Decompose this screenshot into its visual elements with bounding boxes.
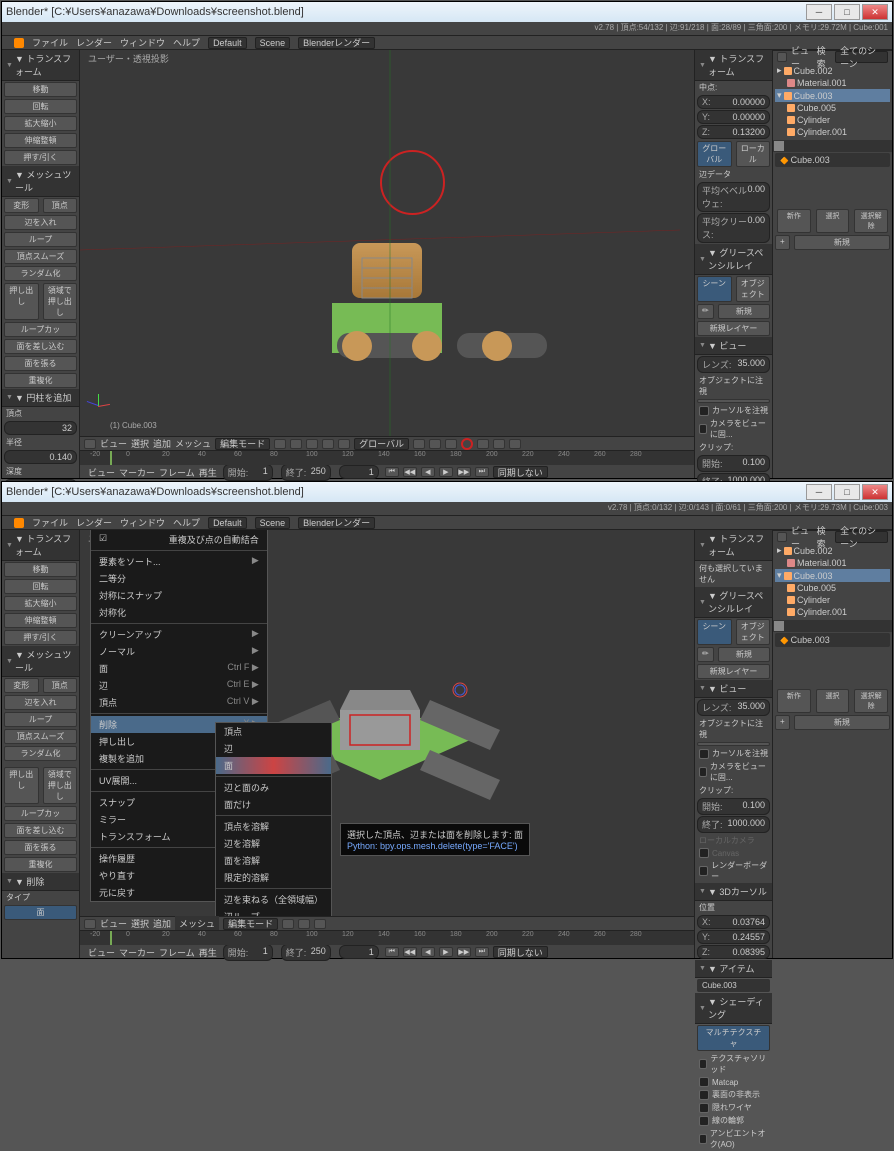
properties-n-panel: ▼ トランスフォーム 中点: X:0.00000 Y:0.00000 Z:0.1… [694, 50, 772, 478]
play-button[interactable]: ▶ [439, 467, 453, 477]
window-2: Blender* [C:¥Users¥anazawa¥Downloads¥scr… [1, 481, 893, 959]
context-menu-item[interactable]: ☑ 重複及び点の自動結合 [91, 531, 267, 548]
close-button[interactable]: ✕ [862, 4, 888, 20]
tooltip: 選択した頂点、辺または面を削除します: 面 Python: bpy.ops.me… [340, 823, 530, 856]
context-menu-item[interactable]: 面Ctrl F ▶ [91, 660, 267, 677]
window-title: Blender* [C:¥Users¥anazawa¥Downloads¥scr… [6, 6, 304, 18]
skip-start-button[interactable]: ⏮ [385, 467, 399, 477]
maximize-button[interactable]: □ [834, 484, 860, 500]
timeline: -200204060801001201401601802002202402602… [80, 450, 694, 478]
maximize-button[interactable]: □ [834, 4, 860, 20]
layout-dropdown[interactable]: Default [208, 37, 247, 49]
context-menu-item[interactable]: 面を溶解 [216, 852, 331, 869]
blender-logo-icon[interactable] [14, 518, 24, 528]
viewport-toolbar: ビュー 選択 追加 メッシュ 編集モード グローバル [80, 436, 694, 450]
context-menu-item[interactable]: クリーンアップ▶ [91, 626, 267, 643]
context-submenu-delete[interactable]: 頂点辺面辺と面のみ面だけ頂点を溶解辺を溶解面を溶解限定的溶解辺を束ねる（全領域幅… [215, 722, 332, 916]
context-menu-item[interactable]: 頂点 [216, 723, 331, 740]
menu-file[interactable]: ファイル [32, 36, 68, 49]
viewport[interactable]: ユーザー・透視投影 表示/隠す▶プロポーショナル編集の影 [80, 530, 694, 916]
window-1: Blender* [C:¥Users¥anazawa¥Downloads¥scr… [1, 1, 893, 479]
minimize-button[interactable]: ─ [806, 484, 832, 500]
rotate-button[interactable]: 回転 [4, 99, 77, 114]
playhead[interactable] [110, 451, 112, 465]
scene-dropdown[interactable]: Scene [255, 37, 291, 49]
context-menu-item[interactable]: 面だけ [216, 796, 331, 813]
bevel-button[interactable]: 伸縮整頓 [4, 133, 77, 148]
menu-bar: ファイル レンダー ウィンドウ ヘルプ Default Scene Blende… [2, 36, 892, 50]
tree-item-selected[interactable]: ▾Cube.003 [775, 89, 890, 102]
verts-slider[interactable]: 32 [4, 421, 77, 435]
context-menu-item[interactable]: 辺ループ [216, 908, 331, 916]
next-key-button[interactable]: ▶▶ [457, 467, 471, 477]
context-menu-item[interactable]: ノーマル▶ [91, 643, 267, 660]
outliner-tree: ▸Cube.002 Material.001 ▾Cube.003 Cube.00… [773, 62, 892, 140]
translate-button[interactable]: 移動 [4, 82, 77, 97]
push-button[interactable]: 押す/引く [4, 150, 77, 165]
cylinder-header[interactable]: ▼ 円柱を追加 [2, 389, 79, 407]
titlebar: Blender* [C:¥Users¥anazawa¥Downloads¥scr… [2, 482, 892, 502]
transform-header[interactable]: ▼ トランスフォーム [2, 50, 79, 81]
context-menu-item[interactable]: 辺Ctrl E ▶ [91, 677, 267, 694]
axis-gizmo-icon [88, 396, 108, 416]
mode-dropdown[interactable]: 編集モード [215, 438, 270, 450]
meshtools-header[interactable]: ▼ メッシュツール [2, 166, 79, 197]
menu-render[interactable]: レンダー [76, 36, 112, 49]
timeline-ruler[interactable]: -200204060801001201401601802002202402602… [80, 451, 694, 465]
info-bar: v2.78 | 頂点:54/132 | 辺:91/218 | 面:28/89 |… [2, 22, 892, 36]
props-tab-icon[interactable] [774, 141, 784, 151]
deform-button[interactable]: 変形 [4, 198, 39, 213]
scale-button[interactable]: 拡大縮小 [4, 116, 77, 131]
menu-help[interactable]: ヘルプ [173, 36, 200, 49]
props-tabs [773, 140, 892, 152]
titlebar: Blender* [C:¥Users¥anazawa¥Downloads¥scr… [2, 2, 892, 22]
viewport[interactable]: ユーザー・透視投影 (1) Cub [80, 50, 694, 436]
context-menu-item[interactable]: 頂点を溶解 [216, 818, 331, 835]
context-menu-item[interactable]: 辺を束ねる（全領域幅） [216, 891, 331, 908]
context-menu-item[interactable]: 面 [216, 757, 331, 774]
context-menu-item[interactable]: 対称化 [91, 604, 267, 621]
close-button[interactable]: ✕ [862, 484, 888, 500]
radius-slider[interactable]: 0.140 [4, 450, 77, 464]
editor-type-icon[interactable] [84, 439, 96, 449]
prev-key-button[interactable]: ◀◀ [403, 467, 417, 477]
context-menu-item[interactable]: 限定的溶解 [216, 869, 331, 886]
engine-dropdown[interactable]: Blenderレンダー [298, 37, 375, 49]
context-menu-item[interactable]: 辺と面のみ [216, 779, 331, 796]
context-menu-item[interactable]: 要素をソート...▶ [91, 553, 267, 570]
context-menu-item[interactable]: 辺を溶解 [216, 835, 331, 852]
context-menu-item[interactable]: 辺 [216, 740, 331, 757]
context-menu-item[interactable]: 頂点Ctrl V ▶ [91, 694, 267, 711]
play-rev-button[interactable]: ◀ [421, 467, 435, 477]
menu-window[interactable]: ウィンドウ [120, 36, 165, 49]
context-menu-item[interactable]: 二等分 [91, 570, 267, 587]
vertex-button[interactable]: 頂点 [43, 198, 78, 213]
context-menu-item[interactable]: 対称にスナップ [91, 587, 267, 604]
outliner-props: ビュー検索全てのシーン ▸Cube.002 Material.001 ▾Cube… [772, 50, 892, 478]
tool-shelf: ▼ トランスフォーム 移動 回転 拡大縮小 伸縮整頓 押す/引く ▼ メッシュツ… [2, 50, 80, 478]
skip-end-button[interactable]: ⏭ [475, 467, 489, 477]
minimize-button[interactable]: ─ [806, 4, 832, 20]
blender-logo-icon[interactable] [14, 38, 24, 48]
red-circle-small [461, 438, 473, 450]
